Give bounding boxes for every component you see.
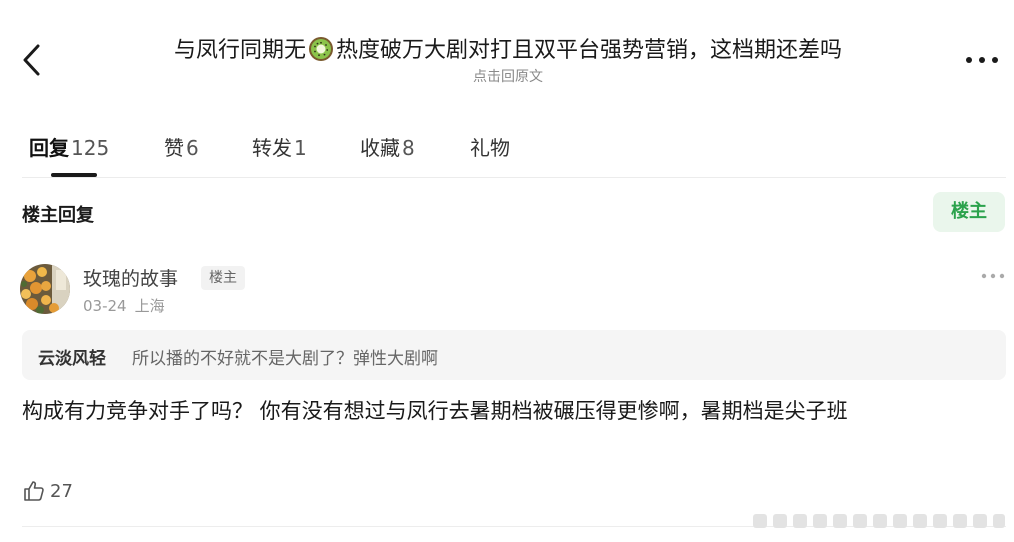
tab-bar: 回复 125 赞6 转发 1 收藏 8 礼物 xyxy=(0,118,1014,178)
tab-count: 125 xyxy=(71,136,110,160)
quote-author: 云淡风轻 xyxy=(38,349,106,369)
post-date: 03-24 xyxy=(83,297,127,315)
watermark-logo xyxy=(753,514,1005,528)
title-text-end: 热度破万大剧对打且双平台强势营销，这档期还差吗 xyxy=(336,38,843,63)
quoted-reply[interactable]: 云淡风轻 所以播的不好就不是大剧了？弹性大剧啊 xyxy=(22,330,1006,380)
title-text-start: 与凤行同期无 xyxy=(173,38,306,63)
post-more-options-icon[interactable] xyxy=(980,268,1006,284)
top-bar: 与凤行同期无 热度破万大剧对打且双平台强势营销，这档期还差吗 点击回原文 xyxy=(0,0,1014,100)
post-location: 上海 xyxy=(134,297,165,315)
back-to-original-link[interactable]: 点击回原文 xyxy=(118,66,898,86)
tab-label: 回复 xyxy=(29,136,69,160)
tab-favorites[interactable]: 收藏 8 xyxy=(360,132,415,161)
tab-count: 6 xyxy=(186,136,199,160)
like-button[interactable]: 27 xyxy=(22,478,73,504)
thumbs-up-icon xyxy=(24,481,44,501)
back-arrow-icon[interactable] xyxy=(18,40,48,80)
kiwi-emoji-icon xyxy=(309,37,333,61)
owner-badge: 楼主 xyxy=(201,266,245,290)
tab-label: 转发 xyxy=(252,136,292,160)
post-title: 与凤行同期无 热度破万大剧对打且双平台强势营销，这档期还差吗 xyxy=(118,36,898,66)
post-content: 构成有力竞争对手了吗？ 你有没有想过与凤行去暑期档被碾压得更惨啊，暑期档是尖子班 xyxy=(22,399,848,423)
avatar-image xyxy=(20,264,70,314)
tab-count: 8 xyxy=(402,136,415,160)
like-count: 27 xyxy=(50,480,73,502)
tab-label: 礼物 xyxy=(470,136,510,160)
tab-label: 赞 xyxy=(164,136,184,160)
tab-replies[interactable]: 回复 125 xyxy=(29,132,109,161)
tab-likes[interactable]: 赞6 xyxy=(164,132,199,161)
tabs-divider xyxy=(22,177,1006,178)
avatar[interactable] xyxy=(20,264,70,314)
tab-count: 1 xyxy=(294,136,307,160)
post-meta: 03-24 上海 xyxy=(83,295,165,316)
owner-filter-chip[interactable]: 楼主 xyxy=(933,192,1005,232)
tab-reposts[interactable]: 转发 1 xyxy=(252,132,307,161)
tab-gifts[interactable]: 礼物 xyxy=(470,132,510,161)
section-title: 楼主回复 xyxy=(22,205,94,226)
tab-label: 收藏 xyxy=(360,136,400,160)
quote-text: 所以播的不好就不是大剧了？弹性大剧啊 xyxy=(132,349,438,369)
more-options-icon[interactable] xyxy=(962,48,1002,72)
post-username[interactable]: 玫瑰的故事 xyxy=(83,264,178,291)
